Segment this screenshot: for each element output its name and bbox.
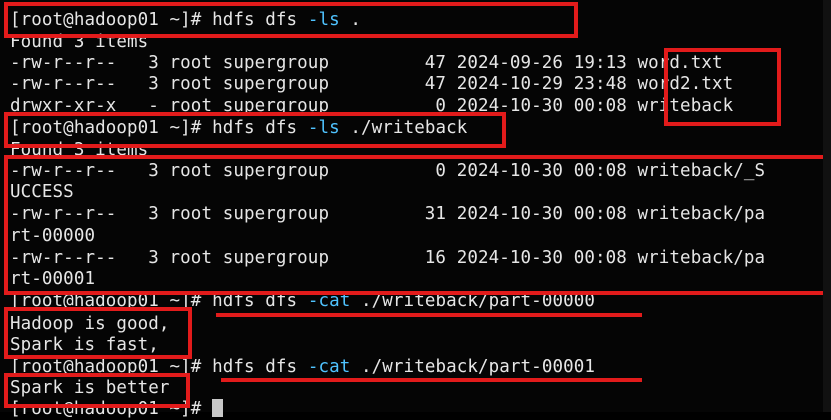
shell-prompt: [root@hadoop01 ~]# <box>10 399 213 419</box>
annotation-underline-cat-part-00001 <box>221 378 642 382</box>
terminal-scrollbar[interactable] <box>823 0 831 412</box>
command-line-cat-part-00001: [root@hadoop01 ~]# hdfs dfs -cat ./write… <box>10 356 595 378</box>
output-line: -rw-r--r-- 3 root supergroup 47 2024-10-… <box>10 74 734 94</box>
output-line: -rw-r--r-- 3 root supergroup 47 2024-09-… <box>10 53 723 73</box>
command-text: hdfs dfs <box>212 118 308 138</box>
command-flag: -cat <box>307 291 351 311</box>
command-args: ./writeback/part-00000 <box>350 291 596 311</box>
output-line: -rw-r--r-- 3 root supergroup 31 2024-10-… <box>10 204 766 224</box>
command-line-ls-writeback: [root@hadoop01 ~]# hdfs dfs -ls ./writeb… <box>10 117 467 139</box>
output-line: Found 3 items <box>10 32 149 52</box>
current-prompt-line[interactable]: [root@hadoop01 ~]# <box>10 398 224 420</box>
command-line-ls: [root@hadoop01 ~]# hdfs dfs -ls . <box>10 9 361 31</box>
shell-prompt: [root@hadoop01 ~]# <box>10 291 213 311</box>
command-flag: -ls <box>307 10 340 30</box>
command-line-cat-part-00000: [root@hadoop01 ~]# hdfs dfs -cat ./write… <box>10 290 595 312</box>
output-line: -rw-r--r-- 3 root supergroup 0 2024-10-3… <box>10 161 766 181</box>
command-args: ./writeback <box>339 118 468 138</box>
output-line: rt-00001 <box>10 269 96 289</box>
output-line: Found 3 items <box>10 140 149 160</box>
text-cursor <box>212 399 224 417</box>
command-text: hdfs dfs <box>212 10 308 30</box>
terminal-window[interactable]: [root@hadoop01 ~]# hdfs dfs -ls . Found … <box>0 0 831 419</box>
output-line: -rw-r--r-- 3 root supergroup 16 2024-10-… <box>10 248 766 268</box>
command-flag: -ls <box>307 118 340 138</box>
output-line: Spark is fast, <box>10 335 159 355</box>
shell-prompt: [root@hadoop01 ~]# <box>10 10 213 30</box>
command-flag: -cat <box>307 357 351 377</box>
output-line: rt-00000 <box>10 226 96 246</box>
command-text: hdfs dfs <box>212 357 308 377</box>
command-args: ./writeback/part-00001 <box>350 357 596 377</box>
output-line: Spark is better <box>10 378 170 398</box>
output-line: drwxr-xr-x - root supergroup 0 2024-10-3… <box>10 96 734 116</box>
annotation-underline-cat-part-00000 <box>216 313 642 317</box>
output-line: UCCESS <box>10 182 74 202</box>
shell-prompt: [root@hadoop01 ~]# <box>10 357 213 377</box>
command-args: . <box>339 10 362 30</box>
output-line: Hadoop is good, <box>10 314 170 334</box>
command-text: hdfs dfs <box>212 291 308 311</box>
shell-prompt: [root@hadoop01 ~]# <box>10 118 213 138</box>
